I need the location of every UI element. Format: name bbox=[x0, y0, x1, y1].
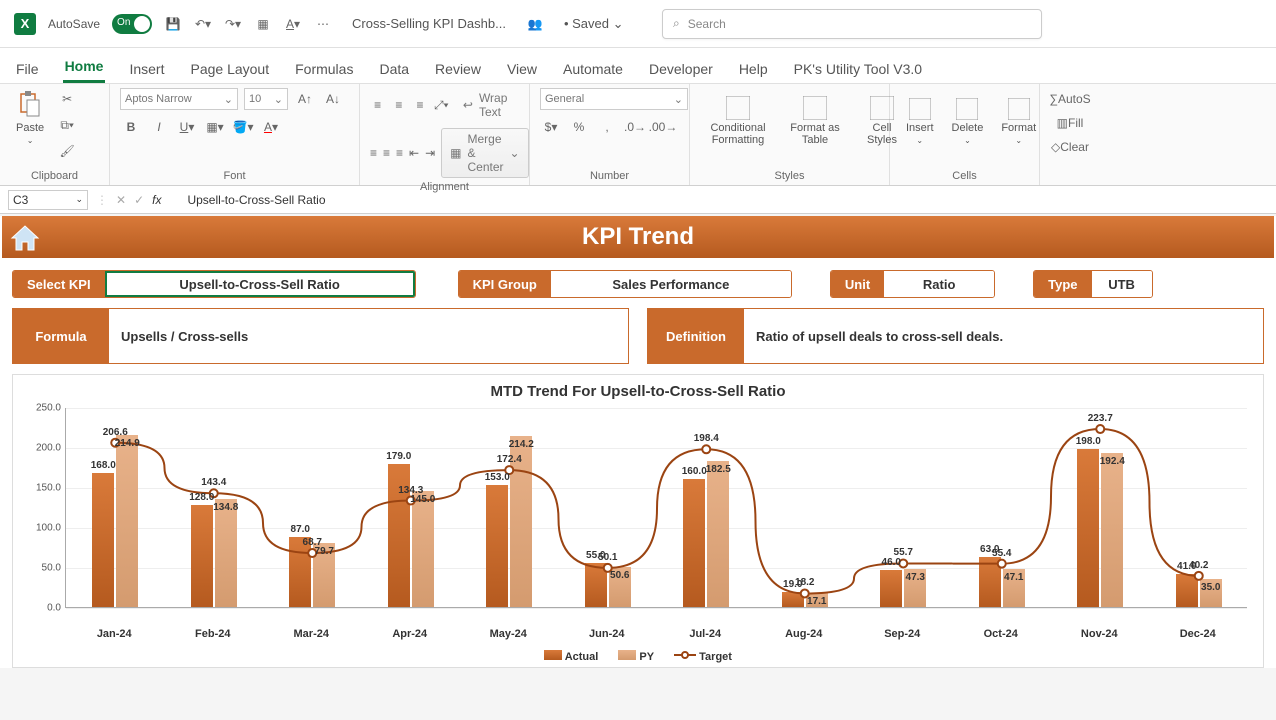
fill-color-icon[interactable]: 🪣▾ bbox=[232, 116, 254, 138]
align-center-icon[interactable]: ≡ bbox=[383, 142, 390, 164]
tab-formulas[interactable]: Formulas bbox=[293, 55, 355, 83]
align-right-icon[interactable]: ≡ bbox=[396, 142, 403, 164]
format-cells-button[interactable]: Format⌄ bbox=[995, 96, 1042, 147]
more-icon[interactable]: ⋯ bbox=[314, 15, 332, 33]
chart-legend: Actual PY Target bbox=[29, 650, 1247, 663]
autosum-button[interactable]: ∑ AutoS bbox=[1050, 88, 1090, 110]
group-alignment: Alignment bbox=[370, 178, 519, 196]
tab-help[interactable]: Help bbox=[737, 55, 770, 83]
title-bar: X AutoSave On 💾 ↶▾ ↷▾ ▦ A▾ ⋯ Cross-Selli… bbox=[0, 0, 1276, 48]
increase-indent-icon[interactable]: ⇥ bbox=[425, 142, 435, 164]
share-people-icon[interactable]: 👥 bbox=[526, 15, 544, 33]
borders-icon[interactable]: ▦ bbox=[254, 15, 272, 33]
comma-icon[interactable]: , bbox=[596, 116, 618, 138]
merge-center-button[interactable]: ▦Merge & Center⌄ bbox=[441, 128, 528, 178]
font-size-combo[interactable]: 10⌄ bbox=[244, 88, 288, 110]
increase-decimal-icon[interactable]: .0→ bbox=[624, 116, 646, 138]
italic-icon[interactable]: I bbox=[148, 116, 170, 138]
trend-chart: MTD Trend For Upsell-to-Cross-Sell Ratio… bbox=[12, 374, 1264, 668]
formula-input[interactable]: Upsell-to-Cross-Sell Ratio bbox=[187, 193, 325, 207]
group-styles: Styles bbox=[700, 167, 879, 185]
paste-button[interactable]: Paste⌄ bbox=[10, 88, 50, 147]
cut-icon[interactable]: ✂ bbox=[56, 88, 78, 110]
wrap-text-button[interactable]: ↩Wrap Text bbox=[455, 88, 519, 122]
clear-button[interactable]: ◇ Clear bbox=[1050, 136, 1090, 158]
tab-review[interactable]: Review bbox=[433, 55, 483, 83]
document-title: Cross-Selling KPI Dashb... bbox=[352, 16, 506, 31]
autosave-toggle[interactable]: On bbox=[112, 14, 152, 34]
align-top-icon[interactable]: ≡ bbox=[370, 94, 385, 116]
chevron-down-icon[interactable]: ▼ bbox=[415, 272, 416, 298]
format-painter-icon[interactable]: 🖌 bbox=[56, 140, 78, 162]
tab-pk-s-utility-tool-v3-0[interactable]: PK's Utility Tool V3.0 bbox=[792, 55, 924, 83]
unit-display: Unit Ratio bbox=[830, 270, 995, 298]
select-kpi-dropdown[interactable]: Upsell-to-Cross-Sell Ratio ▼ bbox=[105, 271, 415, 297]
border-icon[interactable]: ▦▾ bbox=[204, 116, 226, 138]
tab-file[interactable]: File bbox=[14, 55, 41, 83]
type-display: Type UTB bbox=[1033, 270, 1152, 298]
decrease-font-icon[interactable]: A↓ bbox=[322, 88, 344, 110]
insert-cells-button[interactable]: Insert⌄ bbox=[900, 96, 940, 147]
number-format-combo[interactable]: General⌄ bbox=[540, 88, 688, 110]
save-status[interactable]: • Saved ⌄ bbox=[564, 16, 624, 32]
group-font: Font bbox=[120, 167, 349, 185]
align-left-icon[interactable]: ≡ bbox=[370, 142, 377, 164]
fx-icon[interactable]: fx bbox=[152, 193, 161, 207]
decrease-indent-icon[interactable]: ⇤ bbox=[409, 142, 419, 164]
select-kpi-control: Select KPI Upsell-to-Cross-Sell Ratio ▼ bbox=[12, 270, 416, 298]
conditional-formatting-button[interactable]: Conditional Formatting bbox=[700, 94, 776, 148]
align-bottom-icon[interactable]: ≡ bbox=[412, 94, 427, 116]
formula-bar: C3⌄ ⋮ ✕ ✓ fx Upsell-to-Cross-Sell Ratio bbox=[0, 186, 1276, 214]
search-input[interactable]: ⌕ Search bbox=[662, 9, 1042, 39]
tab-page-layout[interactable]: Page Layout bbox=[188, 55, 271, 83]
tab-developer[interactable]: Developer bbox=[647, 55, 715, 83]
search-icon: ⌕ bbox=[673, 16, 680, 31]
formula-card: Formula Upsells / Cross-sells bbox=[12, 308, 629, 364]
font-color-icon[interactable]: A▾ bbox=[260, 116, 282, 138]
autosave-label: AutoSave bbox=[48, 17, 100, 31]
orientation-icon[interactable]: ⤢▾ bbox=[434, 94, 449, 116]
decrease-decimal-icon[interactable]: .00→ bbox=[652, 116, 674, 138]
bold-icon[interactable]: B bbox=[120, 116, 142, 138]
increase-font-icon[interactable]: A↑ bbox=[294, 88, 316, 110]
underline-icon[interactable]: U▾ bbox=[176, 116, 198, 138]
cancel-icon[interactable]: ✕ bbox=[116, 193, 126, 207]
group-cells: Cells bbox=[900, 167, 1029, 185]
fill-button[interactable]: ▥ Fill bbox=[1050, 112, 1090, 134]
group-number: Number bbox=[540, 167, 679, 185]
home-icon[interactable] bbox=[8, 220, 42, 254]
name-box[interactable]: C3⌄ bbox=[8, 190, 88, 210]
format-as-table-button[interactable]: Format as Table bbox=[782, 94, 848, 148]
font-color-icon[interactable]: A▾ bbox=[284, 15, 302, 33]
tab-view[interactable]: View bbox=[505, 55, 539, 83]
kpi-group-display: KPI Group Sales Performance bbox=[458, 270, 792, 298]
tab-automate[interactable]: Automate bbox=[561, 55, 625, 83]
definition-card: Definition Ratio of upsell deals to cros… bbox=[647, 308, 1264, 364]
tab-data[interactable]: Data bbox=[377, 55, 411, 83]
align-middle-icon[interactable]: ≡ bbox=[391, 94, 406, 116]
delete-cells-button[interactable]: Delete⌄ bbox=[946, 96, 990, 147]
font-name-combo[interactable]: Aptos Narrow⌄ bbox=[120, 88, 238, 110]
undo-icon[interactable]: ↶▾ bbox=[194, 15, 212, 33]
ribbon-tabs: File Home Insert Page Layout Formulas Data Rev… bbox=[0, 48, 1276, 84]
dashboard-header: KPI Trend bbox=[2, 216, 1274, 258]
percent-icon[interactable]: % bbox=[568, 116, 590, 138]
enter-icon[interactable]: ✓ bbox=[134, 193, 144, 207]
excel-icon: X bbox=[14, 13, 36, 35]
tab-insert[interactable]: Insert bbox=[127, 55, 166, 83]
copy-icon[interactable]: ⧉▾ bbox=[56, 114, 78, 136]
save-icon[interactable]: 💾 bbox=[164, 15, 182, 33]
tab-home[interactable]: Home bbox=[63, 52, 106, 83]
currency-icon[interactable]: $▾ bbox=[540, 116, 562, 138]
ribbon: Paste⌄ ✂ ⧉▾ 🖌 Clipboard Aptos Narrow⌄ 10… bbox=[0, 84, 1276, 186]
group-clipboard: Clipboard bbox=[10, 167, 99, 185]
redo-icon[interactable]: ↷▾ bbox=[224, 15, 242, 33]
